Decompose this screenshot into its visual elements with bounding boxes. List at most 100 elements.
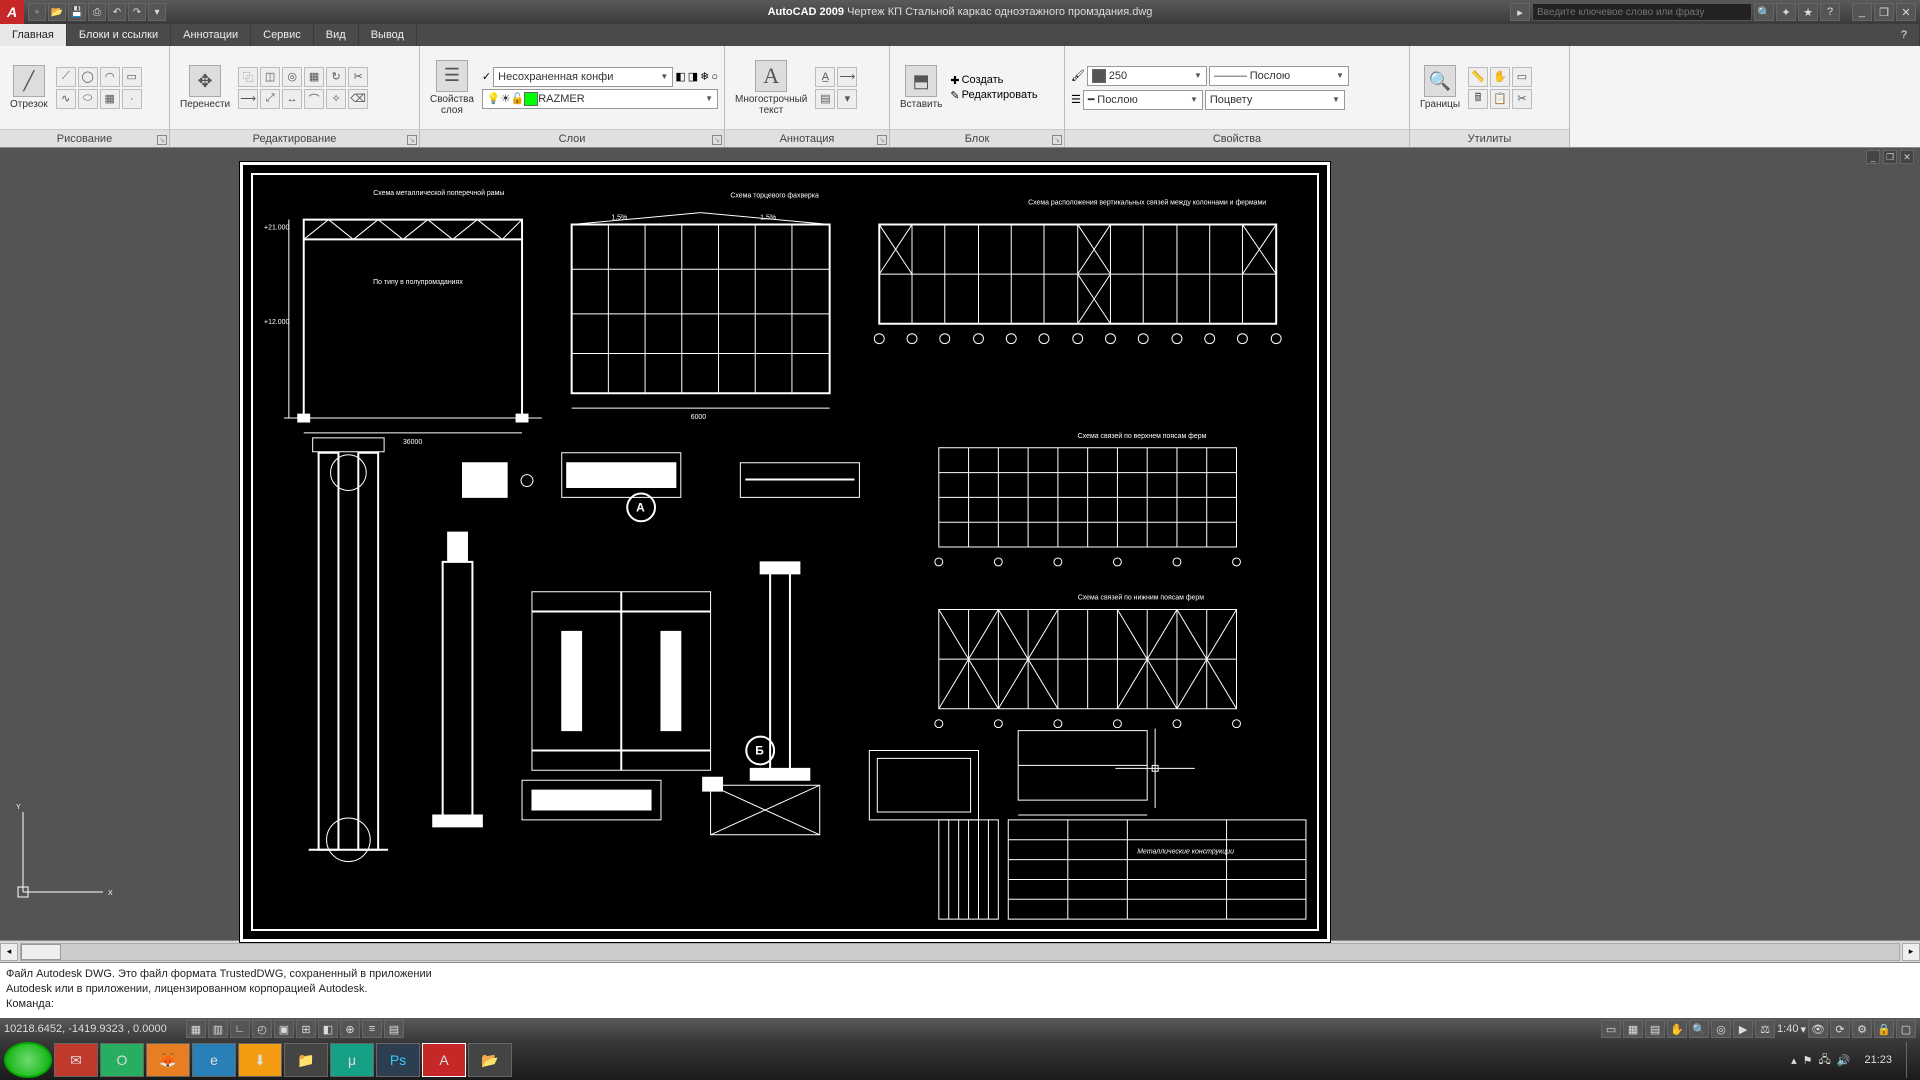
- layer-uniso-icon[interactable]: ◨: [688, 70, 698, 83]
- ann-dim-icon[interactable]: A̲: [815, 67, 835, 87]
- mod-copy-icon[interactable]: ⿻: [238, 67, 258, 87]
- tab-blocks[interactable]: Блоки и ссылки: [67, 24, 171, 46]
- list-icon[interactable]: ☰: [1071, 93, 1081, 106]
- draw-spline-icon[interactable]: ∿: [56, 89, 76, 109]
- draw-ellipse-icon[interactable]: ⬭: [78, 89, 98, 109]
- task-explorer-icon[interactable]: 📁: [284, 1043, 328, 1077]
- qp-toggle[interactable]: ▤: [384, 1020, 404, 1038]
- otrack-toggle[interactable]: ⊞: [296, 1020, 316, 1038]
- layer-state-icon[interactable]: ✓: [482, 70, 491, 83]
- draw-circle-icon[interactable]: ◯: [78, 67, 98, 87]
- start-button[interactable]: [4, 1042, 52, 1078]
- layer-state-dropdown[interactable]: Несохраненная конфи▼: [493, 67, 673, 87]
- maximize-button[interactable]: ❐: [1874, 3, 1894, 21]
- tab-annotations[interactable]: Аннотации: [171, 24, 251, 46]
- taskbar-clock[interactable]: 21:23: [1856, 1054, 1900, 1067]
- panel-draw-dialog-icon[interactable]: ↘: [157, 135, 167, 145]
- mod-offset-icon[interactable]: ◎: [282, 67, 302, 87]
- task-opera-icon[interactable]: O: [100, 1043, 144, 1077]
- annoscale-icon[interactable]: ⚖: [1755, 1020, 1775, 1038]
- vp-maximize-icon[interactable]: ❐: [1883, 150, 1897, 164]
- vp-close-icon[interactable]: ✕: [1900, 150, 1914, 164]
- mod-scale-icon[interactable]: ⤢: [260, 89, 280, 109]
- tray-volume-icon[interactable]: 🔊: [1837, 1054, 1851, 1067]
- move-button[interactable]: ✥ Перенести: [176, 63, 234, 112]
- scroll-left-icon[interactable]: ◂: [0, 943, 18, 961]
- task-thunderbird-icon[interactable]: ✉: [54, 1043, 98, 1077]
- mod-mirror-icon[interactable]: ◫: [260, 67, 280, 87]
- draw-arc-icon[interactable]: ◠: [100, 67, 120, 87]
- minimize-button[interactable]: _: [1852, 3, 1872, 21]
- panel-block-dialog-icon[interactable]: ↘: [1052, 135, 1062, 145]
- snap-toggle[interactable]: ▦: [186, 1020, 206, 1038]
- color-dropdown[interactable]: 250▼: [1087, 66, 1207, 86]
- qat-more-icon[interactable]: ▾: [148, 3, 166, 21]
- insert-button[interactable]: ⬒ Вставить: [896, 63, 946, 112]
- qat-redo-icon[interactable]: ↷: [128, 3, 146, 21]
- annoauto-icon[interactable]: ⟳: [1830, 1020, 1850, 1038]
- mod-trim-icon[interactable]: ✂: [348, 67, 368, 87]
- tab-output[interactable]: Вывод: [359, 24, 417, 46]
- task-folder-icon[interactable]: 📂: [468, 1043, 512, 1077]
- task-photoshop-icon[interactable]: Ps: [376, 1043, 420, 1077]
- mod-stretch-icon[interactable]: ↔: [282, 89, 302, 109]
- zoom-extents-button[interactable]: 🔍 Границы: [1416, 63, 1464, 112]
- show-desktop-button[interactable]: [1906, 1042, 1916, 1078]
- mod-rotate-icon[interactable]: ↻: [326, 67, 346, 87]
- scale-dropdown-icon[interactable]: ▾: [1800, 1023, 1806, 1036]
- line-button[interactable]: ╱ Отрезок: [6, 63, 52, 112]
- favorite-icon[interactable]: ★: [1798, 3, 1818, 21]
- ducs-toggle[interactable]: ◧: [318, 1020, 338, 1038]
- showmotion-icon[interactable]: ▶: [1733, 1020, 1753, 1038]
- grid-toggle[interactable]: ▥: [208, 1020, 228, 1038]
- draw-rect-icon[interactable]: ▭: [122, 67, 142, 87]
- mtext-button[interactable]: A Многострочный текст: [731, 58, 811, 118]
- ann-leader-icon[interactable]: ⟶: [837, 67, 857, 87]
- qat-print-icon[interactable]: ⎙: [88, 3, 106, 21]
- tray-up-icon[interactable]: ▴: [1791, 1054, 1797, 1067]
- mod-extend-icon[interactable]: ⟶: [238, 89, 258, 109]
- util-calc-icon[interactable]: 🖩: [1468, 89, 1488, 109]
- clean-screen-icon[interactable]: ▢: [1896, 1020, 1916, 1038]
- zoom-icon[interactable]: 🔍: [1689, 1020, 1709, 1038]
- draw-point-icon[interactable]: ·: [122, 89, 142, 109]
- ortho-toggle[interactable]: ∟: [230, 1020, 250, 1038]
- command-line[interactable]: Файл Autodesk DWG. Это файл формата Trus…: [0, 962, 1920, 1018]
- mod-erase-icon[interactable]: ⌫: [348, 89, 368, 109]
- task-download-icon[interactable]: ⬇: [238, 1043, 282, 1077]
- tray-flag-icon[interactable]: ⚑: [1803, 1054, 1813, 1067]
- lineweight-dropdown[interactable]: ━ Послою▼: [1083, 90, 1203, 110]
- lwt-toggle[interactable]: ≡: [362, 1020, 382, 1038]
- search-icon[interactable]: 🔍: [1754, 3, 1774, 21]
- task-autocad-icon[interactable]: A: [422, 1043, 466, 1077]
- tab-service[interactable]: Сервис: [251, 24, 314, 46]
- hscroll-track[interactable]: [20, 943, 1900, 961]
- osnap-toggle[interactable]: ▣: [274, 1020, 294, 1038]
- annovis-icon[interactable]: 👁: [1808, 1020, 1828, 1038]
- plotstyle-dropdown[interactable]: Поцвету▼: [1205, 90, 1345, 110]
- quickview-drawings-icon[interactable]: ▤: [1645, 1020, 1665, 1038]
- layer-off-icon[interactable]: ○: [711, 71, 718, 83]
- qat-new-icon[interactable]: ▫: [28, 3, 46, 21]
- mod-fillet-icon[interactable]: ⌒: [304, 89, 324, 109]
- quickview-layouts-icon[interactable]: ▦: [1623, 1020, 1643, 1038]
- scroll-right-icon[interactable]: ▸: [1902, 943, 1920, 961]
- close-button[interactable]: ✕: [1896, 3, 1916, 21]
- mod-explode-icon[interactable]: ✧: [326, 89, 346, 109]
- layer-properties-button[interactable]: ☰ Свойства слоя: [426, 58, 478, 118]
- dyn-toggle[interactable]: ⊕: [340, 1020, 360, 1038]
- ann-table-icon[interactable]: ▤: [815, 89, 835, 109]
- ann-field-icon[interactable]: ▾: [837, 89, 857, 109]
- toolbar-lock-icon[interactable]: 🔒: [1874, 1020, 1894, 1038]
- tab-view[interactable]: Вид: [314, 24, 359, 46]
- panel-layers-dialog-icon[interactable]: ↘: [712, 135, 722, 145]
- draw-hatch-icon[interactable]: ▦: [100, 89, 120, 109]
- comm-icon[interactable]: ✦: [1776, 3, 1796, 21]
- ribbon-help-icon[interactable]: ?: [1889, 24, 1920, 46]
- qat-undo-icon[interactable]: ↶: [108, 3, 126, 21]
- util-clip-icon[interactable]: ✂: [1512, 89, 1532, 109]
- match-props-icon[interactable]: 🖌: [1071, 69, 1085, 82]
- help-icon[interactable]: ?: [1820, 3, 1840, 21]
- search-go-icon[interactable]: ▸: [1510, 3, 1530, 21]
- vp-minimize-icon[interactable]: _: [1866, 150, 1880, 164]
